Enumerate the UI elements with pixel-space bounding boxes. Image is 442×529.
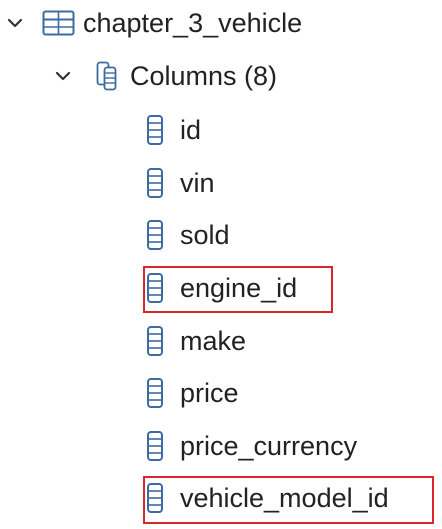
column-label: make [180,326,247,356]
chevron-down-icon[interactable] [6,14,24,32]
column-label: vin [180,168,215,198]
tree-node-columns[interactable]: Columns (8) [54,53,277,99]
table-name-label: chapter_3_vehicle [83,8,303,38]
column-item-engine-id[interactable]: engine_id [146,265,297,311]
column-label: price_currency [180,431,358,461]
column-icon [146,325,164,357]
tree-node-table[interactable]: chapter_3_vehicle [6,0,302,46]
column-label: engine_id [180,273,298,303]
chevron-down-icon[interactable] [54,67,72,85]
column-label: price [180,378,239,408]
columns-icon [96,61,118,91]
column-label: vehicle_model_id [180,483,389,513]
column-icon [146,219,164,251]
column-label: id [180,115,202,145]
column-icon [146,430,164,462]
object-explorer-tree: chapter_3_vehicle Columns (8) id vin sol… [0,0,442,529]
table-icon [42,10,75,36]
column-item-make[interactable]: make [146,318,246,364]
column-icon [146,272,164,304]
column-label: sold [180,220,230,250]
column-item-vehicle-model-id[interactable]: vehicle_model_id [146,475,389,521]
columns-node-label: Columns (8) [130,61,278,91]
column-item-id[interactable]: id [146,107,201,153]
column-item-vin[interactable]: vin [146,160,215,206]
column-icon [146,114,164,146]
column-item-price-currency[interactable]: price_currency [146,423,357,469]
column-icon [146,167,164,199]
column-icon [146,377,164,409]
column-item-sold[interactable]: sold [146,212,230,258]
column-icon [146,482,164,514]
column-item-price[interactable]: price [146,370,239,416]
